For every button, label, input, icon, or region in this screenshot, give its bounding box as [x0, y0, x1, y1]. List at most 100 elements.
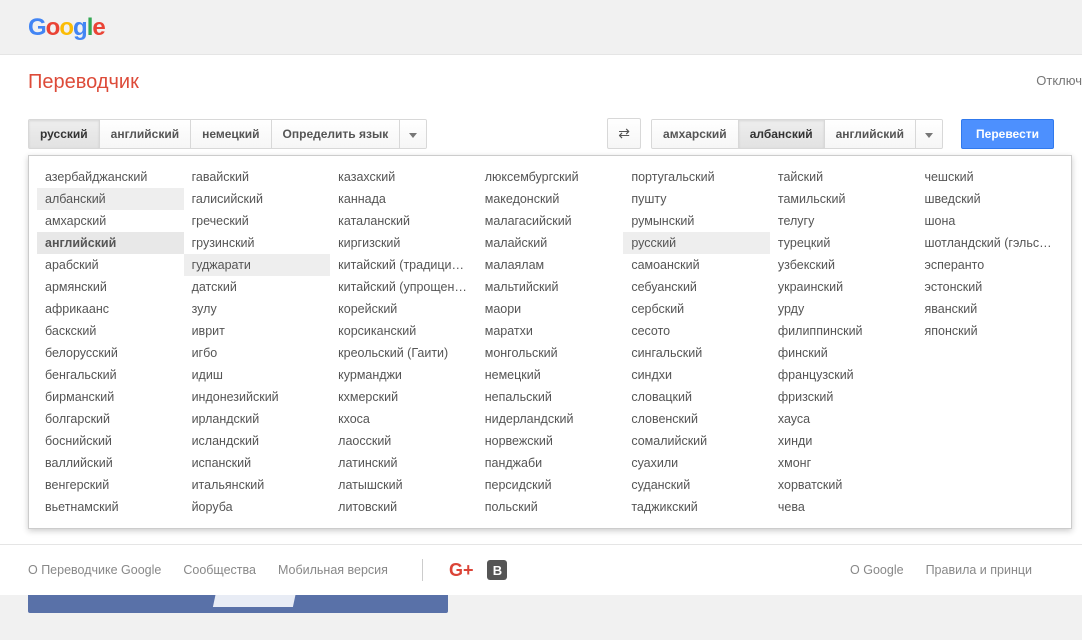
language-option[interactable]: португальский: [623, 166, 770, 188]
source-lang-dropdown-button[interactable]: [400, 120, 426, 148]
language-option[interactable]: чешский: [916, 166, 1063, 188]
language-option[interactable]: шона: [916, 210, 1063, 232]
language-option[interactable]: немецкий: [477, 364, 624, 386]
target-lang-english[interactable]: английский: [825, 120, 916, 148]
language-option[interactable]: люксембургский: [477, 166, 624, 188]
language-option[interactable]: мальтийский: [477, 276, 624, 298]
language-option[interactable]: хмонг: [770, 452, 917, 474]
source-lang-detect[interactable]: Определить язык: [272, 120, 401, 148]
footer-link-about-translator[interactable]: О Переводчике Google: [28, 563, 161, 577]
google-plus-icon[interactable]: G+: [449, 560, 474, 581]
language-option[interactable]: китайский (упрощенный): [330, 276, 477, 298]
language-option[interactable]: датский: [184, 276, 331, 298]
language-option[interactable]: армянский: [37, 276, 184, 298]
language-option[interactable]: латышский: [330, 474, 477, 496]
language-option[interactable]: азербайджанский: [37, 166, 184, 188]
language-option[interactable]: филиппинский: [770, 320, 917, 342]
blogger-icon[interactable]: B: [487, 560, 507, 580]
language-option[interactable]: малаялам: [477, 254, 624, 276]
language-option[interactable]: гавайский: [184, 166, 331, 188]
language-option[interactable]: русский: [623, 232, 770, 254]
language-option[interactable]: китайский (традиционный): [330, 254, 477, 276]
language-option[interactable]: иврит: [184, 320, 331, 342]
google-logo[interactable]: Google: [28, 14, 105, 41]
language-option[interactable]: малайский: [477, 232, 624, 254]
language-option[interactable]: эсперанто: [916, 254, 1063, 276]
language-option[interactable]: зулу: [184, 298, 331, 320]
language-option[interactable]: суданский: [623, 474, 770, 496]
language-option[interactable]: японский: [916, 320, 1063, 342]
language-option[interactable]: телугу: [770, 210, 917, 232]
language-option[interactable]: тамильский: [770, 188, 917, 210]
language-option[interactable]: хауса: [770, 408, 917, 430]
language-option[interactable]: норвежский: [477, 430, 624, 452]
translate-button[interactable]: Перевести: [961, 119, 1054, 149]
language-option[interactable]: грузинский: [184, 232, 331, 254]
language-option[interactable]: сербский: [623, 298, 770, 320]
language-option[interactable]: суахили: [623, 452, 770, 474]
language-option[interactable]: тайский: [770, 166, 917, 188]
language-option[interactable]: болгарский: [37, 408, 184, 430]
language-option[interactable]: кхмерский: [330, 386, 477, 408]
language-option[interactable]: румынский: [623, 210, 770, 232]
language-option[interactable]: сингальский: [623, 342, 770, 364]
language-option[interactable]: словенский: [623, 408, 770, 430]
footer-link-about-google[interactable]: О Google: [850, 563, 904, 577]
language-option[interactable]: самоанский: [623, 254, 770, 276]
language-option[interactable]: киргизский: [330, 232, 477, 254]
source-lang-russian[interactable]: русский: [29, 120, 100, 148]
language-option[interactable]: казахский: [330, 166, 477, 188]
source-lang-german[interactable]: немецкий: [191, 120, 271, 148]
language-option[interactable]: яванский: [916, 298, 1063, 320]
language-option[interactable]: синдхи: [623, 364, 770, 386]
language-option[interactable]: индонезийский: [184, 386, 331, 408]
language-option[interactable]: персидский: [477, 474, 624, 496]
language-option[interactable]: креольский (Гаити): [330, 342, 477, 364]
language-option[interactable]: маори: [477, 298, 624, 320]
language-option[interactable]: курманджи: [330, 364, 477, 386]
language-option[interactable]: узбекский: [770, 254, 917, 276]
language-option[interactable]: панджаби: [477, 452, 624, 474]
language-option[interactable]: польский: [477, 496, 624, 518]
language-option[interactable]: сесото: [623, 320, 770, 342]
language-option[interactable]: хорватский: [770, 474, 917, 496]
language-option[interactable]: шотландский (гэльский): [916, 232, 1063, 254]
language-option[interactable]: непальский: [477, 386, 624, 408]
language-option[interactable]: гуджарати: [184, 254, 331, 276]
language-option[interactable]: йоруба: [184, 496, 331, 518]
language-option[interactable]: финский: [770, 342, 917, 364]
language-option[interactable]: вьетнамский: [37, 496, 184, 518]
language-option[interactable]: литовский: [330, 496, 477, 518]
language-option[interactable]: французский: [770, 364, 917, 386]
language-option[interactable]: лаосский: [330, 430, 477, 452]
language-option[interactable]: словацкий: [623, 386, 770, 408]
language-option[interactable]: себуанский: [623, 276, 770, 298]
language-option[interactable]: малагасийский: [477, 210, 624, 232]
language-option[interactable]: исландский: [184, 430, 331, 452]
language-option[interactable]: маратхи: [477, 320, 624, 342]
language-option[interactable]: албанский: [37, 188, 184, 210]
language-option[interactable]: урду: [770, 298, 917, 320]
language-option[interactable]: корсиканский: [330, 320, 477, 342]
language-option[interactable]: амхарский: [37, 210, 184, 232]
language-option[interactable]: корейский: [330, 298, 477, 320]
language-option[interactable]: турецкий: [770, 232, 917, 254]
language-option[interactable]: венгерский: [37, 474, 184, 496]
language-option[interactable]: арабский: [37, 254, 184, 276]
language-option[interactable]: фризский: [770, 386, 917, 408]
swap-languages-button[interactable]: ⇄: [607, 118, 641, 149]
target-lang-amharic[interactable]: амхарский: [652, 120, 739, 148]
language-option[interactable]: итальянский: [184, 474, 331, 496]
language-option[interactable]: эстонский: [916, 276, 1063, 298]
language-option[interactable]: белорусский: [37, 342, 184, 364]
language-option[interactable]: монгольский: [477, 342, 624, 364]
language-option[interactable]: нидерландский: [477, 408, 624, 430]
language-option[interactable]: таджикский: [623, 496, 770, 518]
language-option[interactable]: сомалийский: [623, 430, 770, 452]
language-option[interactable]: бирманский: [37, 386, 184, 408]
language-option[interactable]: каталанский: [330, 210, 477, 232]
language-option[interactable]: македонский: [477, 188, 624, 210]
language-option[interactable]: африкаанс: [37, 298, 184, 320]
language-option[interactable]: украинский: [770, 276, 917, 298]
language-option[interactable]: игбо: [184, 342, 331, 364]
